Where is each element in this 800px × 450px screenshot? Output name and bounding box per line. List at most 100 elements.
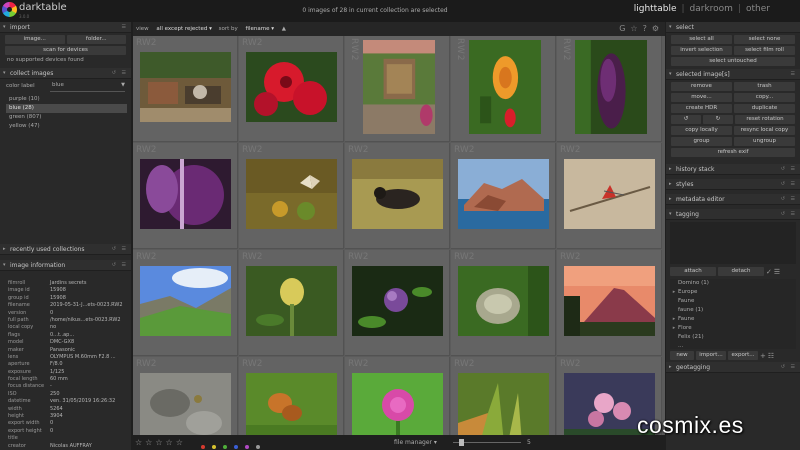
tag-import-button[interactable]: import... (696, 351, 726, 360)
thumbnail-purple-wildflower[interactable] (352, 266, 443, 336)
thumbnail-cell[interactable]: RW2 (133, 143, 238, 249)
expander-icon[interactable]: ▸ (670, 324, 678, 333)
sort-order-icon[interactable]: ▲ (282, 26, 286, 32)
thumbnail-mossy-rock[interactable] (458, 266, 549, 336)
thumbnail-cell[interactable]: RW2 (239, 357, 344, 435)
attached-tags-list[interactable] (670, 222, 796, 264)
color-label-filter-icon[interactable] (245, 445, 249, 449)
module-selected-images-header[interactable]: ▾ selected image[s] ☰ (666, 69, 800, 80)
preset-icon[interactable]: ☰ (122, 22, 128, 33)
tag-export-button[interactable]: export... (728, 351, 758, 360)
preferences-gear-icon[interactable]: ⚙ (652, 24, 661, 33)
thumbnail-cell[interactable]: RW2 (133, 357, 238, 435)
thumbnail-garden-pavilion[interactable] (363, 40, 435, 134)
group-button[interactable]: group (671, 137, 732, 146)
collect-item[interactable]: blue (28) (6, 104, 127, 113)
zoom-entry[interactable]: 5 (527, 435, 531, 450)
preset-icon[interactable]: ↺ ☰ (112, 244, 128, 255)
tree-view-icon[interactable]: ☷ (768, 352, 774, 360)
tag-item[interactable]: faune (1) (670, 306, 796, 315)
preset-icon[interactable]: ↺ ☰ (781, 362, 797, 373)
thumbnail-purple-iris[interactable] (575, 40, 647, 134)
thumbnail-pink-thistle[interactable] (352, 373, 443, 435)
module-collect-header[interactable]: ▾ collect images ↺ ☰ (0, 68, 131, 79)
preset-icon[interactable]: ↺ ☰ (781, 209, 797, 220)
module-info-header[interactable]: ▾ image information ↺ ☰ (0, 260, 131, 271)
thumbnail-cell[interactable]: RW2 (451, 143, 556, 249)
thumbnail-cell[interactable]: RW2 (345, 250, 450, 356)
color-label-filter-icon[interactable] (201, 445, 205, 449)
tag-item[interactable]: ▸ Flore (670, 324, 796, 333)
reset-rotation-button[interactable]: reset rotation (735, 115, 795, 124)
toggle-list-icon[interactable]: ☰ (774, 268, 780, 276)
help-icon[interactable]: ? (643, 24, 649, 33)
collect-item[interactable]: yellow (47) (6, 122, 127, 131)
collect-item[interactable]: green (807) (6, 113, 127, 122)
thumbnail-coastal-rocks[interactable] (458, 159, 549, 229)
preset-icon[interactable]: ↺ ☰ (781, 179, 797, 190)
move-button[interactable]: move... (671, 93, 732, 102)
thumbnail-cell[interactable]: RW2 (451, 250, 556, 356)
tag-item[interactable]: ▸ Faune (670, 315, 796, 324)
thumbnail-bird-in-water[interactable] (352, 159, 443, 229)
view-filter-select[interactable]: all except rejected ▾ (153, 26, 211, 32)
overlays-star-icon[interactable]: ☆ (630, 24, 639, 33)
checkmark-icon[interactable]: ✓ (766, 268, 772, 276)
preset-icon[interactable]: ↺ ☰ (112, 68, 128, 79)
select-untouched-button[interactable]: select untouched (671, 57, 795, 66)
color-label-filter-icon[interactable] (256, 445, 260, 449)
select-film-roll-button[interactable]: select film roll (734, 46, 795, 55)
thumbnail-dragonfly-on-twig[interactable] (564, 159, 655, 229)
thumbnail-mountain-meadow[interactable] (140, 266, 231, 336)
thumbnail-yellow-orchid[interactable] (246, 266, 337, 336)
tag-attach-button[interactable]: attach (670, 267, 716, 276)
plus-icon[interactable]: + (760, 352, 766, 360)
expander-icon[interactable]: ▸ (670, 315, 678, 324)
resync-local-copy-button[interactable]: resync local copy (734, 126, 795, 135)
thumbnail-red-rose[interactable] (246, 52, 337, 122)
tag-new-button[interactable]: new (670, 351, 694, 360)
preset-icon[interactable]: ↺ ☰ (781, 164, 797, 175)
star-rating[interactable]: ☆☆☆☆☆ (135, 435, 186, 450)
thumbnail-volcano-sunset[interactable] (564, 266, 655, 336)
collect-item[interactable]: purple (10) (6, 95, 127, 104)
thumbnail-cell[interactable]: RW2 (239, 250, 344, 356)
module-styles-header[interactable]: ▸ styles ↺ ☰ (666, 179, 800, 190)
tag-detach-button[interactable]: detach (718, 267, 764, 276)
rotate-cw-icon[interactable]: ↻ (703, 115, 733, 124)
tag-item[interactable]: ▸ Europe (670, 288, 796, 297)
expander-icon[interactable]: ▸ (670, 288, 678, 297)
dropdown-icon[interactable]: ▼ (121, 82, 125, 88)
module-metadata-header[interactable]: ▸ metadata editor ↺ ☰ (666, 194, 800, 205)
thumbnail-cell[interactable]: RW2 (345, 36, 450, 142)
thumbnail-cell[interactable]: RW2 (557, 250, 662, 356)
color-label-filter-icon[interactable] (223, 445, 227, 449)
grouping-icon[interactable]: G (619, 24, 627, 33)
view-other[interactable]: other (746, 4, 770, 14)
ungroup-button[interactable]: ungroup (734, 137, 795, 146)
thumbnail-cell[interactable]: RW2 (133, 250, 238, 356)
select-all-button[interactable]: select all (671, 35, 732, 44)
preset-icon[interactable]: ↺ ☰ (781, 194, 797, 205)
collect-property-select[interactable]: color label (6, 83, 35, 89)
thumbnail-cell[interactable]: RW2 (239, 143, 344, 249)
trash-button[interactable]: trash (734, 82, 795, 91)
scan-devices-button[interactable]: scan for devices (5, 46, 126, 55)
duplicate-button[interactable]: duplicate (734, 104, 795, 113)
collect-value-input[interactable]: blue ▼ (50, 82, 125, 92)
create-hdr-button[interactable]: create HDR (671, 104, 732, 113)
module-recent-header[interactable]: ▸ recently used collections ↺ ☰ (0, 244, 131, 255)
thumbnail-tea-set-garden[interactable] (140, 52, 231, 122)
invert-selection-button[interactable]: invert selection (671, 46, 732, 55)
thumbnail-cell[interactable]: RW2 (557, 143, 662, 249)
layout-select[interactable]: file manager ▾ (394, 435, 437, 450)
thumbnail-cell[interactable]: RW2 (451, 357, 556, 435)
module-history-header[interactable]: ▸ history stack ↺ ☰ (666, 164, 800, 175)
refresh-exif-button[interactable]: refresh exif (671, 148, 795, 157)
thumbnail-cell[interactable]: RW2 (345, 357, 450, 435)
thumbnail-grass-plant[interactable] (458, 373, 549, 435)
thumbnail-orange-rose[interactable] (469, 40, 541, 134)
thumbnail-orange-butterfly[interactable] (246, 373, 337, 435)
import-image-button[interactable]: image... (5, 35, 65, 44)
copy-locally-button[interactable]: copy locally (671, 126, 732, 135)
